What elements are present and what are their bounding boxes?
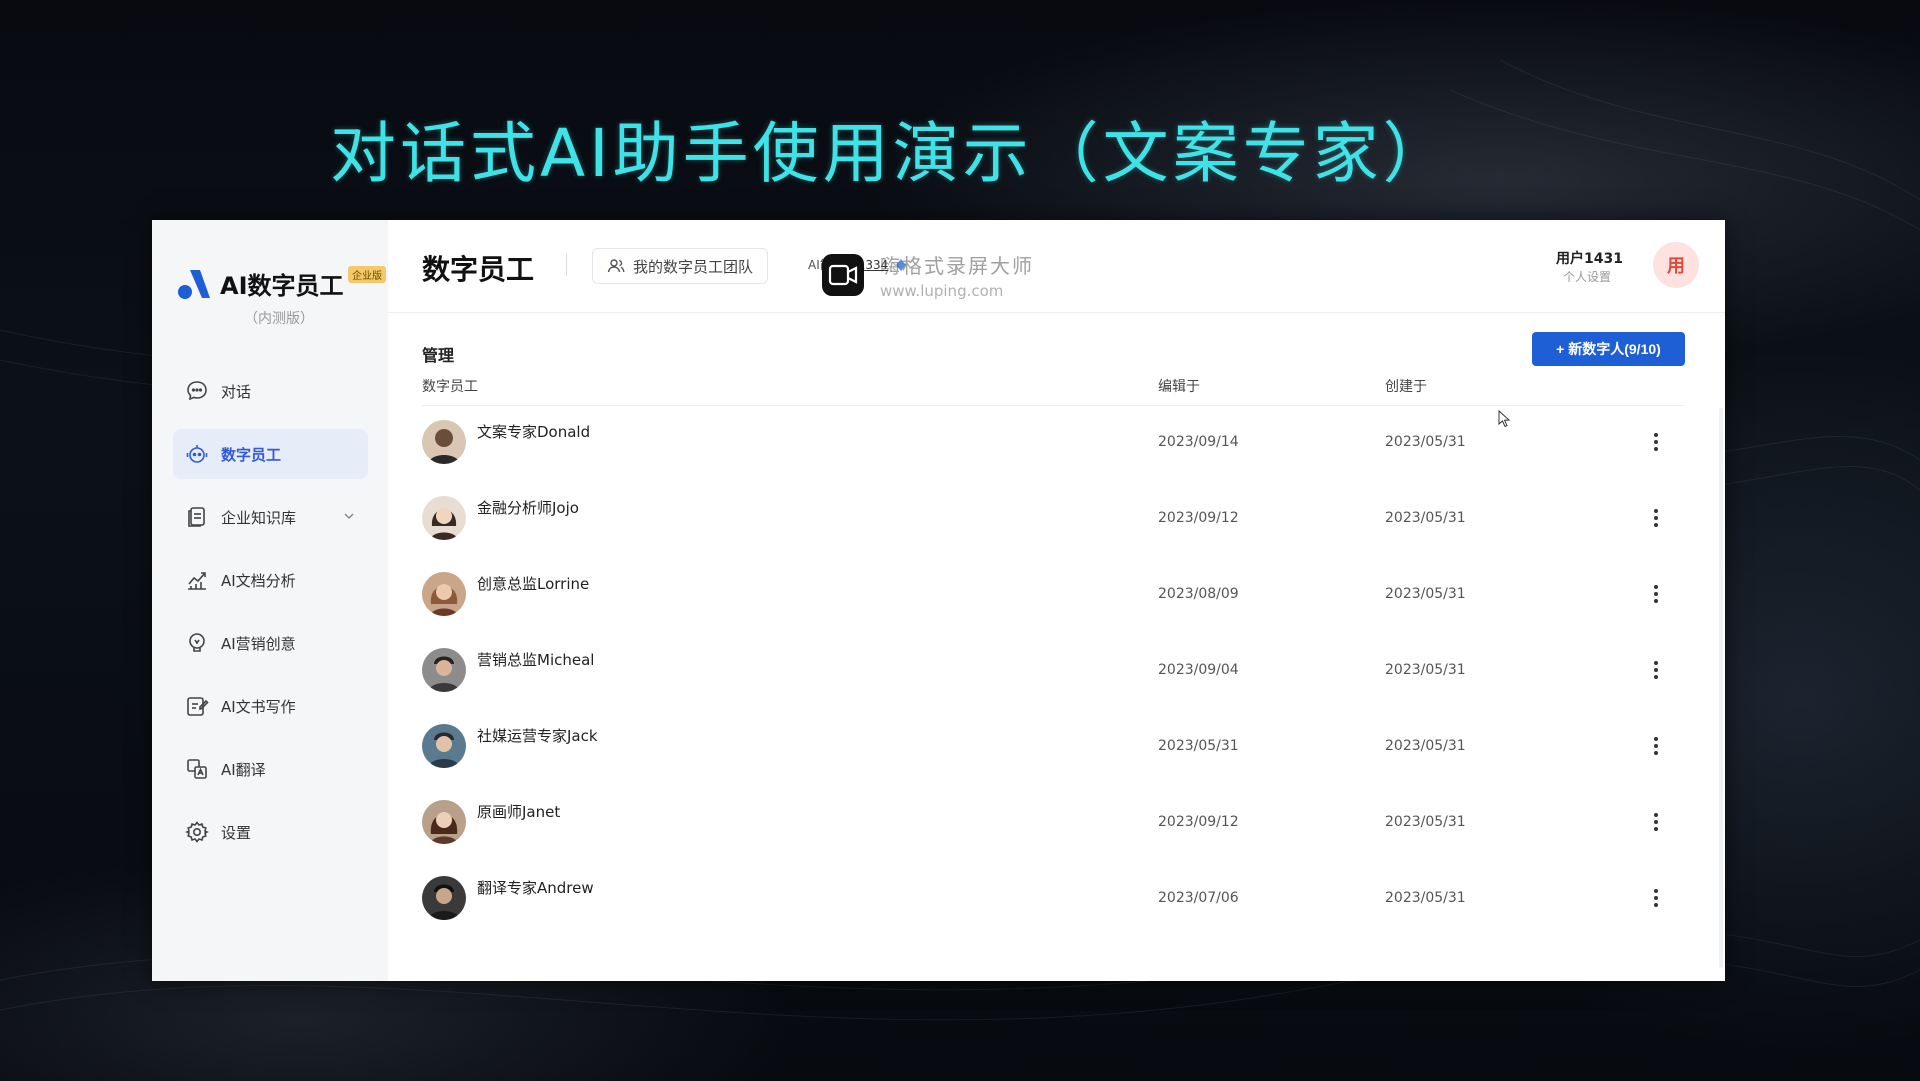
- sidebar-item-label: 数字员工: [221, 445, 282, 464]
- personal-settings-link[interactable]: 个人设置: [1563, 268, 1611, 285]
- more-options-icon[interactable]: [1651, 582, 1661, 606]
- section-title: 管理: [422, 346, 455, 365]
- created-date: 2023/05/31: [1385, 890, 1466, 906]
- created-date: 2023/05/31: [1385, 662, 1466, 678]
- sidebar-item-label: AI翻译: [221, 760, 266, 779]
- more-options-icon[interactable]: [1651, 506, 1661, 530]
- lightbulb-icon: [189, 633, 205, 652]
- brand: AI数字员工: [176, 266, 344, 301]
- sidebar-item-marketing[interactable]: AI营销创意: [173, 618, 368, 668]
- watermark-url: www.luping.com: [880, 282, 1004, 300]
- watermark-text: 嗨格式录屏大师: [880, 254, 1034, 278]
- edited-date: 2023/09/12: [1158, 814, 1239, 830]
- brand-name: AI数字员工: [220, 272, 344, 300]
- sidebar-item-label: 设置: [221, 823, 252, 842]
- employee-name[interactable]: 翻译专家Andrew: [477, 877, 594, 898]
- chat-icon: [187, 381, 207, 401]
- brand-subtitle: （内测版）: [244, 311, 314, 327]
- sidebar-item-label: AI营销创意: [221, 634, 296, 653]
- edited-date: 2023/09/12: [1158, 510, 1239, 526]
- app-window: AI数字员工 企业版 （内测版） 对话 数字员工 企业知识库 AI文档分析 AI…: [152, 220, 1725, 981]
- employee-avatar: [422, 496, 466, 540]
- sidebar-item-doc-analysis[interactable]: AI文档分析: [173, 555, 368, 605]
- sidebar-nav: 对话 数字员工 企业知识库 AI文档分析 AI营销创意 AI文书写作 AI翻译 …: [173, 366, 368, 870]
- content-scrollbar[interactable]: [1719, 408, 1723, 968]
- column-header-edited: 编辑于: [1158, 379, 1200, 395]
- chart-icon: [188, 572, 206, 590]
- employee-avatar: [422, 420, 466, 464]
- avatar-face: [435, 429, 453, 447]
- edited-date: 2023/09/04: [1158, 662, 1239, 678]
- table-row[interactable]: 文案专家Donald 2023/09/14 2023/05/31: [422, 406, 1685, 482]
- sidebar: AI数字员工 企业版 （内测版） 对话 数字员工 企业知识库 AI文档分析 AI…: [152, 220, 388, 981]
- gear-icon: [185, 821, 209, 843]
- edited-date: 2023/05/31: [1158, 738, 1239, 754]
- created-date: 2023/05/31: [1385, 738, 1466, 754]
- user-name[interactable]: 用户1431: [1556, 248, 1623, 268]
- chevron-down-icon[interactable]: [342, 509, 356, 523]
- edited-date: 2023/09/14: [1158, 434, 1239, 450]
- more-options-icon[interactable]: [1651, 430, 1661, 454]
- table-row[interactable]: 营销总监Micheal 2023/09/04 2023/05/31: [422, 634, 1685, 710]
- sidebar-item-label: 企业知识库: [221, 508, 297, 527]
- new-digital-human-button[interactable]: + 新数字人(9/10): [1532, 332, 1685, 366]
- column-header-created: 创建于: [1385, 379, 1427, 395]
- sidebar-item-label: AI文档分析: [221, 571, 296, 590]
- employee-avatar: [422, 724, 466, 768]
- team-icon: [607, 259, 625, 273]
- table-row[interactable]: 翻译专家Andrew 2023/07/06 2023/05/31: [422, 862, 1685, 938]
- edit-document-icon: [187, 697, 209, 716]
- sidebar-item-knowledge-base[interactable]: 企业知识库: [173, 492, 368, 542]
- created-date: 2023/05/31: [1385, 814, 1466, 830]
- user-avatar[interactable]: 用: [1653, 242, 1699, 288]
- top-header: 数字员工 我的数字员工团队 AI能量： 1334 用户1431 个人设置 用: [388, 220, 1725, 313]
- sidebar-item-label: AI文书写作: [221, 697, 296, 716]
- more-options-icon[interactable]: [1651, 886, 1661, 910]
- employee-name[interactable]: 营销总监Micheal: [477, 649, 594, 670]
- more-options-icon[interactable]: [1651, 810, 1661, 834]
- employee-table: 文案专家Donald 2023/09/14 2023/05/31 金融分析师Jo…: [422, 406, 1685, 938]
- employee-avatar: [422, 800, 466, 844]
- table-row[interactable]: 社媒运营专家Jack 2023/05/31 2023/05/31: [422, 710, 1685, 786]
- created-date: 2023/05/31: [1385, 434, 1466, 450]
- more-options-icon[interactable]: [1651, 658, 1661, 682]
- mouse-cursor-icon: [1498, 410, 1511, 428]
- sidebar-item-writing[interactable]: AI文书写作: [173, 681, 368, 731]
- edited-date: 2023/07/06: [1158, 890, 1239, 906]
- employee-avatar: [422, 648, 466, 692]
- created-date: 2023/05/31: [1385, 510, 1466, 526]
- more-options-icon[interactable]: [1651, 734, 1661, 758]
- table-row[interactable]: 原画师Janet 2023/09/12 2023/05/31: [422, 786, 1685, 862]
- employee-name[interactable]: 社媒运营专家Jack: [477, 725, 598, 746]
- sidebar-item-chat[interactable]: 对话: [173, 366, 368, 416]
- table-row[interactable]: 金融分析师Jojo 2023/09/12 2023/05/31: [422, 482, 1685, 558]
- sidebar-item-translate[interactable]: AI翻译: [173, 744, 368, 794]
- sidebar-item-settings[interactable]: 设置: [173, 807, 368, 857]
- sidebar-item-label: 对话: [221, 382, 252, 401]
- main-content: 管理 + 新数字人(9/10) 数字员工 编辑于 创建于 文案专家Donald …: [388, 312, 1725, 981]
- employee-name[interactable]: 创意总监Lorrine: [477, 573, 589, 594]
- watermark-camera-icon: [822, 254, 864, 296]
- my-team-label: 我的数字员工团队: [633, 257, 754, 276]
- table-row[interactable]: 创意总监Lorrine 2023/08/09 2023/05/31: [422, 558, 1685, 634]
- employee-avatar: [422, 876, 466, 920]
- knowledge-base-icon: [188, 507, 205, 527]
- employee-name[interactable]: 文案专家Donald: [477, 421, 590, 442]
- slide-title: 对话式AI助手使用演示（文案专家）: [330, 115, 1453, 192]
- column-header-employee: 数字员工: [422, 379, 478, 395]
- edited-date: 2023/08/09: [1158, 586, 1239, 602]
- created-date: 2023/05/31: [1385, 586, 1466, 602]
- employee-name[interactable]: 金融分析师Jojo: [477, 497, 579, 518]
- my-team-button[interactable]: 我的数字员工团队: [592, 248, 769, 284]
- brand-logo-icon: [178, 269, 210, 299]
- sidebar-item-digital-employees[interactable]: 数字员工: [173, 429, 368, 479]
- header-divider: [566, 254, 567, 276]
- employee-name[interactable]: 原画师Janet: [477, 801, 560, 822]
- robot-icon: [186, 445, 208, 463]
- employee-avatar: [422, 572, 466, 616]
- page-title: 数字员工: [422, 253, 535, 286]
- translate-icon: [187, 759, 207, 779]
- edition-badge: 企业版: [348, 266, 386, 283]
